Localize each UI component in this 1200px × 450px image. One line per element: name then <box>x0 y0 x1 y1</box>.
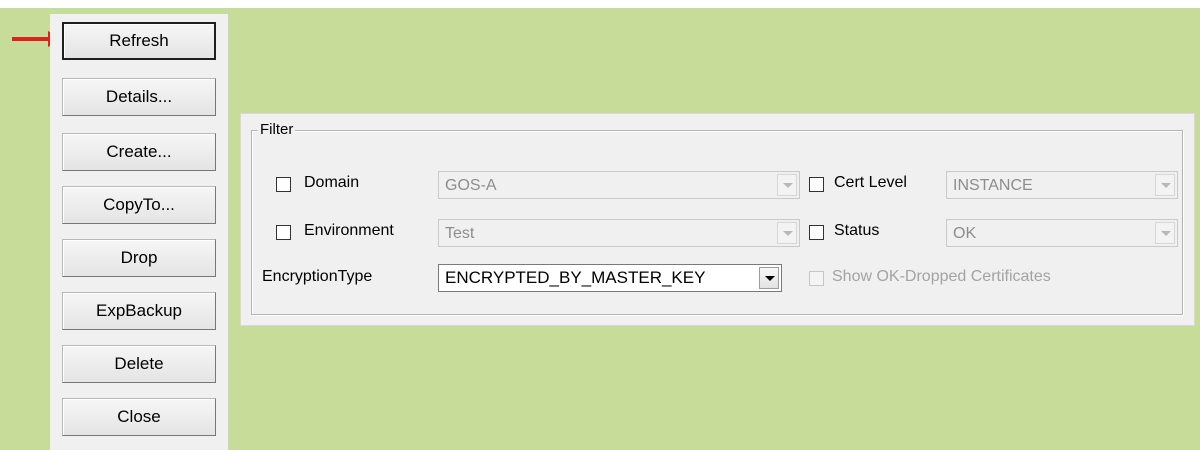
encryption-type-combo[interactable]: ENCRYPTED_BY_MASTER_KEY <box>438 264 782 292</box>
refresh-button[interactable]: Refresh <box>62 22 216 60</box>
environment-label: Environment <box>304 222 394 239</box>
cert-level-checkbox[interactable] <box>809 177 824 192</box>
status-label: Status <box>834 222 880 239</box>
filter-groupbox: Filter Domain GOS-A Cert Level INSTANCE … <box>251 121 1183 315</box>
environment-dropdown-arrow-icon[interactable] <box>777 222 797 244</box>
environment-combo[interactable]: Test <box>438 219 800 247</box>
domain-dropdown-arrow-icon[interactable] <box>777 174 797 196</box>
cert-level-combo[interactable]: INSTANCE <box>946 171 1178 199</box>
environment-value: Test <box>445 225 475 242</box>
encryption-type-dropdown-arrow-icon[interactable] <box>759 267 779 289</box>
close-button[interactable]: Close <box>62 398 216 436</box>
create-button[interactable]: Create... <box>62 133 216 171</box>
domain-value: GOS-A <box>445 177 497 194</box>
domain-label: Domain <box>304 174 360 191</box>
domain-checkbox[interactable] <box>276 177 291 192</box>
domain-combo[interactable]: GOS-A <box>438 171 800 199</box>
cert-level-value: INSTANCE <box>953 177 1033 194</box>
expbackup-button[interactable]: ExpBackup <box>62 292 216 330</box>
show-ok-dropped-checkbox[interactable] <box>809 271 824 286</box>
status-checkbox[interactable] <box>809 225 824 240</box>
status-dropdown-arrow-icon[interactable] <box>1155 222 1175 244</box>
encryption-type-label: EncryptionType <box>262 268 373 285</box>
status-combo[interactable]: OK <box>946 219 1178 247</box>
details-button[interactable]: Details... <box>62 78 216 116</box>
delete-button[interactable]: Delete <box>62 345 216 383</box>
status-value: OK <box>953 225 977 242</box>
encryption-type-value: ENCRYPTED_BY_MASTER_KEY <box>445 268 706 287</box>
drop-button[interactable]: Drop <box>62 239 216 277</box>
copyto-button[interactable]: CopyTo... <box>62 186 216 224</box>
canvas: Refresh Details... Create... CopyTo... D… <box>0 0 1200 450</box>
cert-level-dropdown-arrow-icon[interactable] <box>1155 174 1175 196</box>
filter-panel: Filter Domain GOS-A Cert Level INSTANCE … <box>240 113 1195 326</box>
cert-level-label: Cert Level <box>834 174 907 191</box>
show-ok-dropped-label: Show OK-Dropped Certificates <box>832 268 1051 285</box>
environment-checkbox[interactable] <box>276 225 291 240</box>
command-button-panel: Refresh Details... Create... CopyTo... D… <box>50 14 228 450</box>
filter-group-title: Filter <box>258 121 296 139</box>
